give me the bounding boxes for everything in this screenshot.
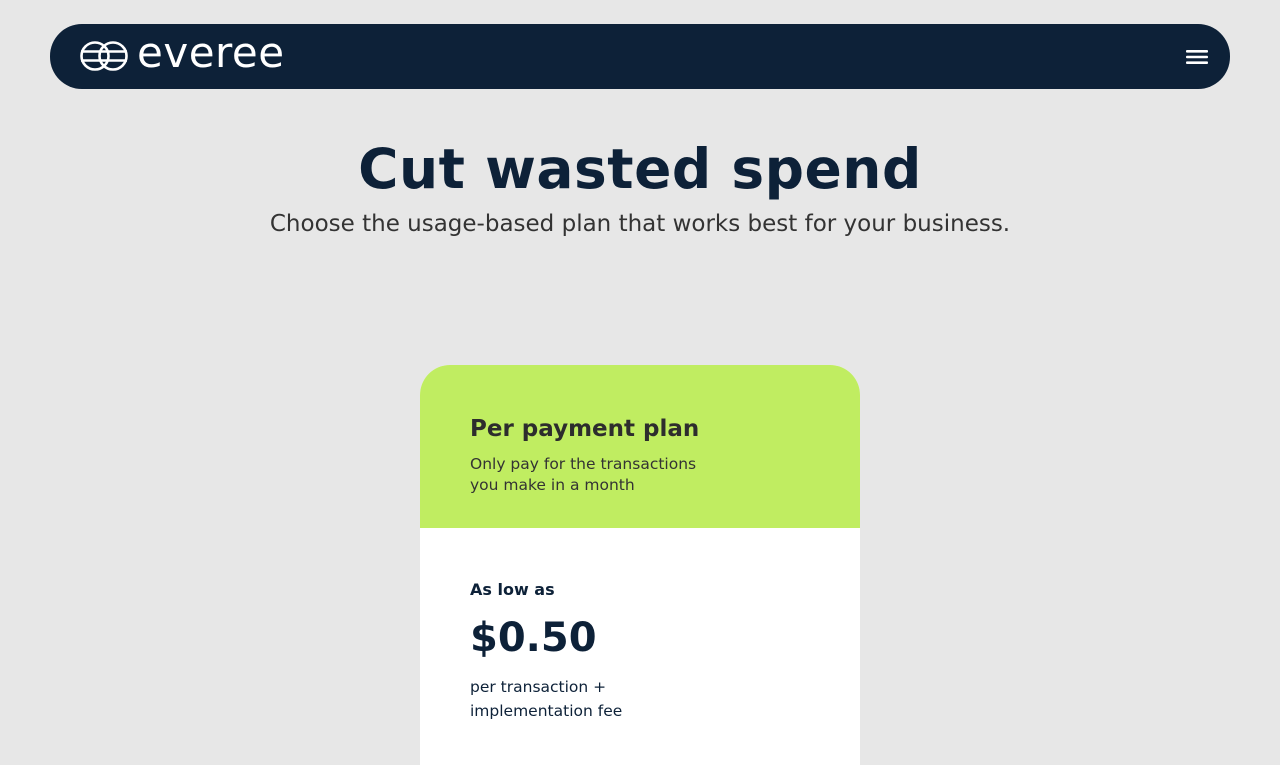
plan-card-body: As low as $0.50 per transaction + implem… <box>420 528 860 765</box>
interlocked-rings-icon <box>80 41 128 71</box>
everee-logo-link[interactable]: everee <box>80 28 285 77</box>
price-note: per transaction + implementation fee <box>470 678 623 720</box>
price-amount: $0.50 <box>470 615 597 661</box>
plan-name: Per payment plan <box>470 416 700 442</box>
top-navbar: everee <box>50 24 1230 89</box>
plan-card-header: Per payment plan Only pay for the transa… <box>420 365 860 528</box>
pricing-plan-card: Per payment plan Only pay for the transa… <box>420 365 860 765</box>
plan-description: Only pay for the transactions you make i… <box>470 455 697 494</box>
page-subtitle: Choose the usage-based plan that works b… <box>269 211 1011 237</box>
price-prefix: As low as <box>470 580 555 599</box>
logo-wordmark: everee <box>137 28 285 77</box>
page-title: Cut wasted spend <box>358 137 922 201</box>
hamburger-menu-button[interactable] <box>1184 44 1210 70</box>
hamburger-menu-icon <box>1186 50 1208 64</box>
